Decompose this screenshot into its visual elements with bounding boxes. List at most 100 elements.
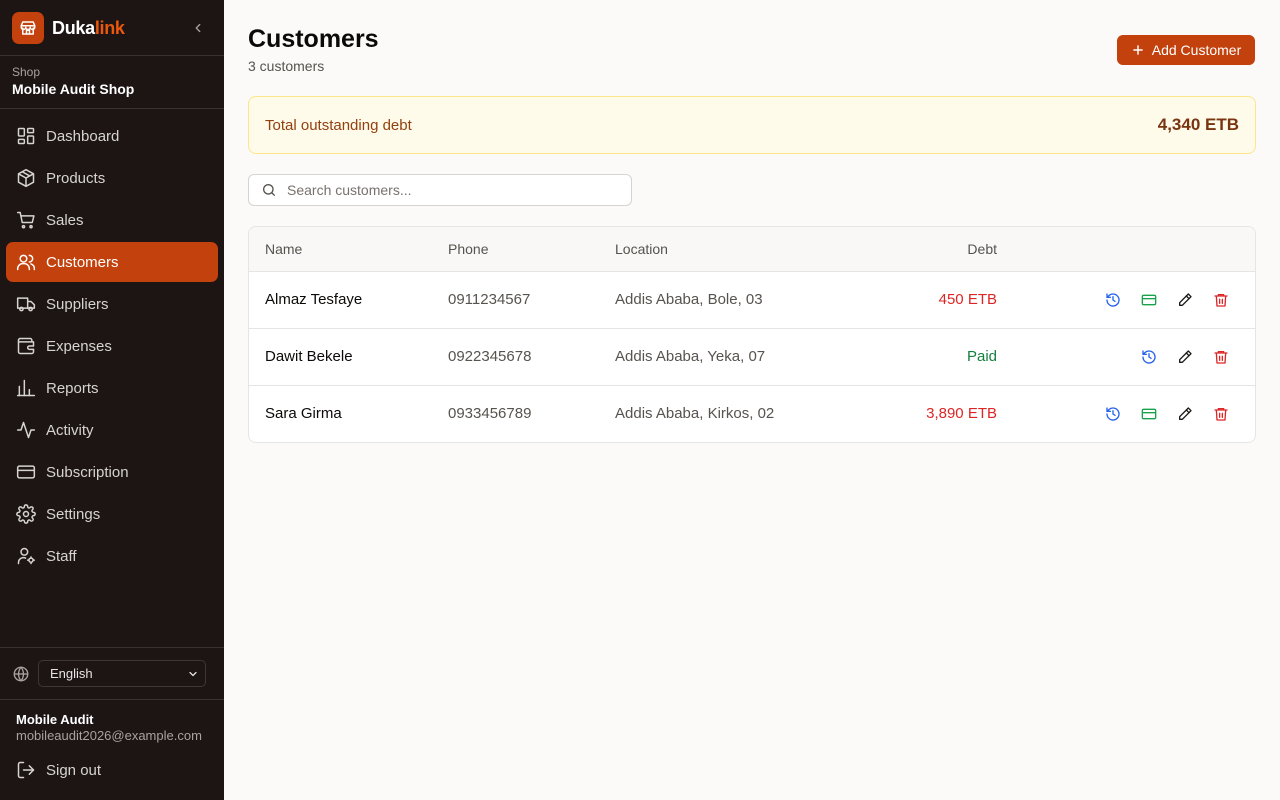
history-button[interactable] — [1103, 404, 1123, 424]
customer-phone: 0933456789 — [448, 405, 532, 422]
divider — [0, 108, 224, 109]
pencil-icon — [1179, 407, 1192, 420]
record-payment-button[interactable] — [1139, 290, 1159, 310]
sidebar-item-products[interactable]: Products — [6, 158, 218, 198]
customer-location: Addis Ababa, Bole, 03 — [615, 291, 763, 308]
customer-debt: 450 ETB — [938, 291, 997, 308]
column-header-phone: Phone — [448, 241, 489, 257]
sign-out-label: Sign out — [46, 761, 102, 779]
record-payment-button[interactable] — [1139, 404, 1159, 424]
globe-icon — [13, 665, 29, 682]
gear-icon — [16, 504, 36, 524]
sidebar-item-expenses[interactable]: Expenses — [6, 326, 218, 366]
sidebar-item-customers[interactable]: Customers — [6, 242, 218, 282]
activity-icon — [16, 421, 36, 439]
customer-phone: 0922345678 — [448, 348, 532, 365]
delete-button[interactable] — [1211, 347, 1231, 367]
outstanding-debt-summary: Total outstanding debt 4,340 ETB — [248, 96, 1256, 154]
page-title: Customers — [248, 25, 379, 53]
customer-debt-status: Paid — [966, 348, 997, 365]
customers-table: Name Phone Location Debt Almaz Tesfaye 0… — [248, 226, 1256, 443]
bar-chart-icon — [16, 379, 36, 397]
customer-name: Sara Girma — [265, 405, 342, 422]
sidebar-item-label: Subscription — [46, 463, 129, 481]
sidebar-item-settings[interactable]: Settings — [6, 494, 218, 534]
sidebar-item-subscription[interactable]: Subscription — [6, 452, 218, 492]
delete-button[interactable] — [1211, 404, 1231, 424]
sidebar-item-sales[interactable]: Sales — [6, 200, 218, 240]
search-placeholder: Search customers... — [287, 182, 412, 198]
divider — [0, 55, 224, 56]
sidebar-item-activity[interactable]: Activity — [6, 410, 218, 450]
history-button[interactable] — [1103, 290, 1123, 310]
credit-card-icon — [16, 465, 36, 479]
sidebar-item-label: Staff — [46, 547, 77, 565]
history-button[interactable] — [1139, 347, 1159, 367]
edit-button[interactable] — [1175, 404, 1195, 424]
wallet-icon — [17, 337, 35, 355]
log-out-icon — [17, 761, 35, 779]
plus-icon — [1132, 45, 1143, 55]
outstanding-debt-label: Total outstanding debt — [265, 116, 412, 134]
pencil-icon — [1179, 293, 1192, 306]
row-actions — [1123, 347, 1231, 367]
user-name: Mobile Audit — [16, 712, 94, 727]
brand-name: Dukalink — [52, 18, 125, 39]
column-header-debt: Debt — [967, 241, 997, 257]
outstanding-debt-value: 4,340 ETB — [1157, 115, 1239, 134]
sidebar-item-label: Activity — [46, 421, 94, 439]
divider — [0, 699, 224, 700]
cart-icon — [16, 211, 35, 229]
sidebar-nav: Dashboard Products Sales Customers Suppl… — [6, 116, 218, 578]
sidebar-item-reports[interactable]: Reports — [6, 368, 218, 408]
column-header-name: Name — [265, 241, 303, 257]
shop-label: Shop — [12, 65, 41, 79]
sidebar-item-label: Reports — [46, 379, 99, 397]
edit-button[interactable] — [1175, 347, 1195, 367]
sidebar-item-suppliers[interactable]: Suppliers — [6, 284, 218, 324]
delete-button[interactable] — [1211, 290, 1231, 310]
add-customer-label: Add Customer — [1151, 42, 1242, 58]
table-header: Name Phone Location Debt — [249, 227, 1255, 272]
box-icon — [17, 168, 35, 188]
sidebar-item-staff[interactable]: Staff — [6, 536, 218, 576]
language-row: English — [12, 660, 208, 687]
users-icon — [16, 254, 36, 271]
store-icon — [12, 12, 44, 44]
customer-location: Addis Ababa, Kirkos, 02 — [615, 405, 775, 422]
edit-button[interactable] — [1175, 290, 1195, 310]
history-icon — [1142, 350, 1156, 364]
table-row: Almaz Tesfaye 0911234567 Addis Ababa, Bo… — [249, 272, 1255, 329]
sidebar-item-dashboard[interactable]: Dashboard — [6, 116, 218, 156]
customer-debt: 3,890 ETB — [926, 405, 997, 422]
table-row: Dawit Bekele 0922345678 Addis Ababa, Yek… — [249, 329, 1255, 386]
add-customer-button[interactable]: Add Customer — [1117, 35, 1255, 65]
sidebar-item-label: Products — [46, 169, 106, 187]
dashboard-icon — [17, 127, 35, 145]
column-header-location: Location — [615, 241, 668, 257]
brand-name-part2: link — [94, 17, 125, 38]
trash-icon — [1214, 294, 1228, 307]
search-input[interactable]: Search customers... — [248, 174, 632, 206]
credit-card-icon — [1141, 294, 1157, 306]
customer-count: 3 customers — [248, 58, 325, 74]
customer-location: Addis Ababa, Yeka, 07 — [615, 348, 766, 365]
sidebar-item-label: Dashboard — [46, 127, 120, 145]
history-icon — [1106, 293, 1120, 307]
chevron-left-icon — [195, 23, 201, 33]
history-icon — [1106, 407, 1120, 421]
sidebar-item-label: Customers — [46, 253, 119, 271]
sidebar-item-label: Suppliers — [46, 295, 109, 313]
table-row: Sara Girma 0933456789 Addis Ababa, Kirko… — [249, 386, 1255, 442]
language-select[interactable]: English — [38, 660, 206, 687]
sidebar: Dukalink Shop Mobile Audit Shop Dashboar… — [0, 0, 224, 800]
divider — [0, 647, 224, 648]
sign-out-button[interactable]: Sign out — [16, 760, 101, 780]
trash-icon — [1214, 351, 1228, 364]
collapse-sidebar-button[interactable] — [188, 18, 208, 38]
trash-icon — [1214, 408, 1228, 421]
row-actions — [1087, 404, 1231, 424]
search-icon — [263, 184, 275, 196]
brand[interactable]: Dukalink — [12, 12, 125, 44]
truck-icon — [16, 297, 36, 312]
